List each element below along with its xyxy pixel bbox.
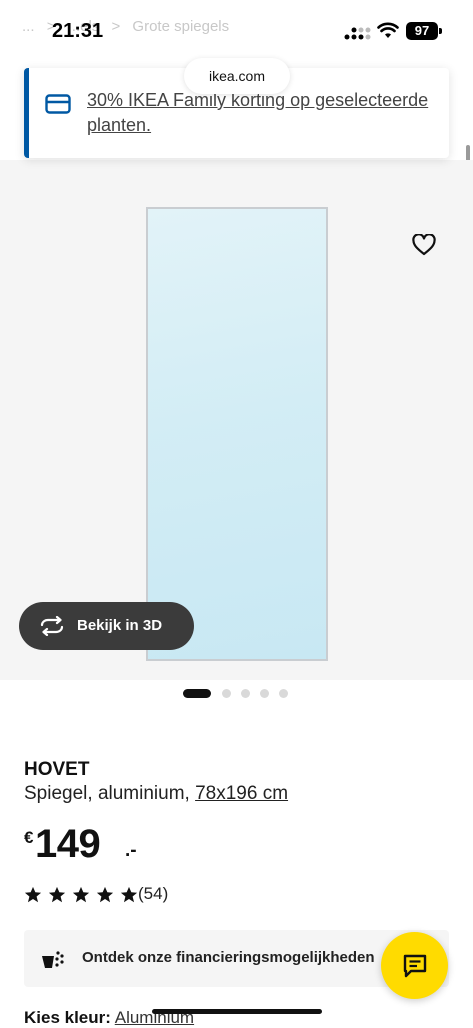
color-label: Kies kleur: <box>24 1008 111 1027</box>
product-name: HOVET <box>24 759 90 780</box>
carousel-dot[interactable] <box>260 689 269 698</box>
battery-indicator: 97 <box>406 22 438 40</box>
view-3d-button[interactable]: Bekijk in 3D <box>19 602 194 650</box>
price-integer: 149 <box>35 822 101 866</box>
cellular-signal-icon <box>344 27 371 40</box>
price-decimal: .- <box>125 840 137 861</box>
product-type: Spiegel, aluminium, <box>24 783 196 804</box>
payment-icon <box>42 951 64 968</box>
product-description: Spiegel, aluminium, 78x196 cm <box>24 783 288 805</box>
carousel-dot[interactable] <box>222 689 231 698</box>
star-icon <box>24 886 42 903</box>
price-currency: € <box>24 828 34 847</box>
star-icon <box>120 886 138 903</box>
product-image-mirror <box>146 207 328 661</box>
financing-label: Ontdek onze financieringsmogelijkheden <box>82 949 375 966</box>
heart-icon[interactable] <box>412 234 436 256</box>
carousel-dot[interactable] <box>241 689 250 698</box>
address-bar[interactable]: ikea.com <box>184 58 290 94</box>
review-count[interactable]: (54) <box>138 884 168 904</box>
view-3d-label: Bekijk in 3D <box>77 617 163 634</box>
carousel-dot-active[interactable] <box>183 689 211 698</box>
clock: 21:31 <box>52 20 104 42</box>
promo-accent-bar <box>24 68 29 158</box>
status-bar: ... > ...els > Grote spiegels 21:31 97 <box>0 0 473 60</box>
rotate-3d-icon <box>40 616 64 636</box>
wifi-icon <box>377 22 399 38</box>
breadcrumb-item[interactable]: Grote spiegels <box>132 18 229 35</box>
star-icon <box>72 886 90 903</box>
chat-button[interactable] <box>381 932 448 999</box>
star-icon <box>48 886 66 903</box>
carousel-dot[interactable] <box>279 689 288 698</box>
chat-icon <box>403 954 427 978</box>
star-icon <box>96 886 114 903</box>
card-icon <box>45 94 71 114</box>
battery-tip <box>439 28 442 34</box>
product-size-link[interactable]: 78x196 cm <box>195 783 288 804</box>
breadcrumb-separator: > <box>111 18 121 35</box>
home-indicator[interactable] <box>152 1009 322 1014</box>
promo-link[interactable]: 30% IKEA Family korting op geselecteerde… <box>87 88 437 138</box>
breadcrumb-item[interactable]: ... <box>22 18 35 35</box>
